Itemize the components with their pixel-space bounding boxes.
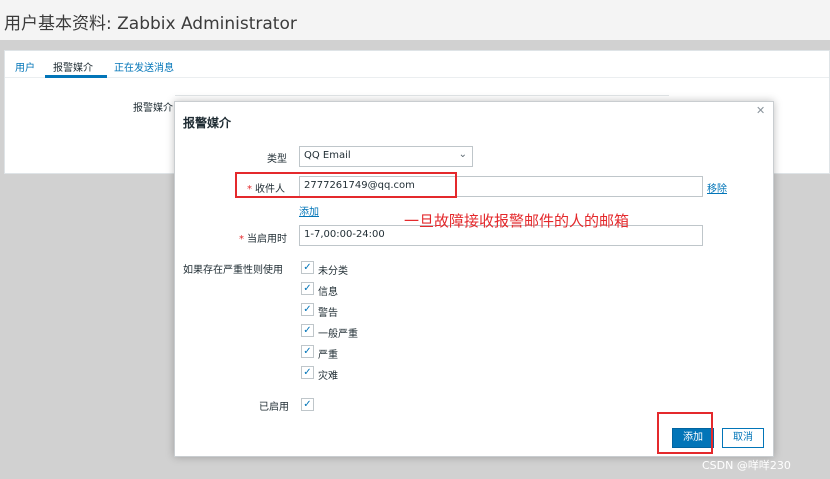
checkbox[interactable]: ✓: [301, 282, 314, 295]
remove-recipient-link[interactable]: 移除: [707, 180, 727, 195]
annotation-text: 一旦故障接收报警邮件的人的邮箱: [404, 212, 630, 230]
add-recipient-link[interactable]: 添加: [299, 203, 319, 218]
required-marker: *: [247, 184, 252, 195]
tab-user[interactable]: 用户: [15, 59, 35, 74]
active-tab-indicator: [45, 75, 107, 78]
tab-strip: 用户 报警媒介 正在发送消息: [5, 51, 829, 78]
tab-messaging[interactable]: 正在发送消息: [114, 59, 174, 74]
type-label: 类型: [267, 154, 287, 165]
severity-option-label: 严重: [318, 350, 338, 361]
severity-option-label: 未分类: [318, 266, 348, 277]
cancel-button[interactable]: 取消: [722, 428, 764, 448]
type-select-value: QQ Email: [304, 150, 351, 161]
severity-option-label: 信息: [318, 287, 338, 298]
severity-option-label: 灾难: [318, 371, 338, 382]
chevron-down-icon: ⌄: [458, 149, 467, 160]
tab-media[interactable]: 报警媒介: [53, 59, 93, 74]
close-icon[interactable]: ✕: [756, 104, 765, 117]
checkbox[interactable]: ✓: [301, 261, 314, 274]
checkbox[interactable]: ✓: [301, 366, 314, 379]
media-section-label: 报警媒介: [133, 103, 173, 114]
add-button[interactable]: 添加: [672, 428, 714, 448]
media-dialog: 报警媒介 ✕ 类型 QQ Email ⌄ * 收件人 2777261749@qq.…: [174, 101, 774, 457]
severity-option-label: 警告: [318, 308, 338, 319]
when-active-label-text: 当启用时: [247, 234, 287, 245]
enabled-checkbox[interactable]: ✓: [301, 398, 314, 411]
recipient-value: 2777261749@qq.com: [304, 180, 415, 191]
when-active-value: 1-7,00:00-24:00: [304, 229, 385, 240]
recipient-input[interactable]: 2777261749@qq.com: [299, 176, 703, 197]
enabled-label: 已启用: [259, 402, 289, 413]
page-header: 用户基本资料: Zabbix Administrator: [0, 0, 830, 40]
watermark: CSDN @咩咩230: [702, 459, 791, 472]
checkbox[interactable]: ✓: [301, 303, 314, 316]
checkbox[interactable]: ✓: [301, 345, 314, 358]
type-select[interactable]: QQ Email ⌄: [299, 146, 473, 167]
media-table-divider: [175, 95, 669, 96]
recipient-label-text: 收件人: [255, 184, 285, 195]
dialog-title: 报警媒介: [183, 116, 232, 130]
severity-option-label: 一般严重: [318, 329, 358, 340]
when-active-label: * 当启用时: [239, 230, 287, 245]
checkbox[interactable]: ✓: [301, 324, 314, 337]
severity-label: 如果存在严重性则使用: [183, 265, 283, 276]
required-marker: *: [239, 234, 244, 245]
recipient-label: * 收件人: [247, 180, 285, 195]
page-title: 用户基本资料: Zabbix Administrator: [4, 14, 297, 34]
